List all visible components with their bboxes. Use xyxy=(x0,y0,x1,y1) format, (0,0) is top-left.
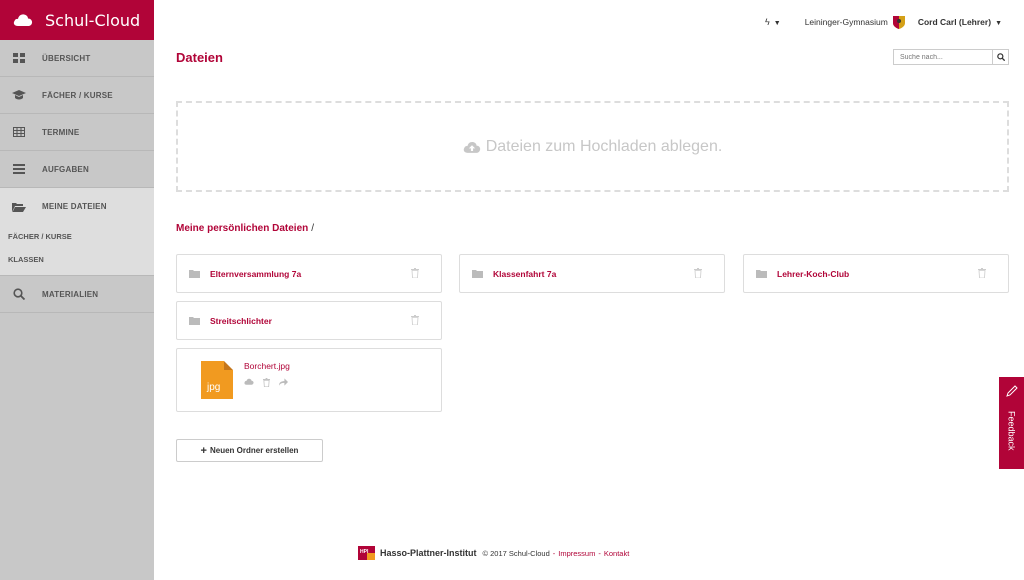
trash-icon[interactable] xyxy=(263,378,270,387)
cloud-download-icon[interactable] xyxy=(244,378,254,385)
folder-card[interactable]: Klassenfahrt 7a xyxy=(459,254,725,293)
hpi-logo-text: HPI xyxy=(360,549,369,555)
lightning-icon: ϟ xyxy=(764,17,770,27)
feedback-tab[interactable]: Feedback xyxy=(999,377,1024,469)
sidebar-item-label: TERMINE xyxy=(42,127,80,137)
dropzone-text: Dateien zum Hochladen ablegen. xyxy=(485,137,723,155)
jpg-file-icon: jpg xyxy=(201,361,233,399)
quick-actions-dropdown[interactable]: ϟ ▼ xyxy=(765,17,781,27)
folder-open-icon xyxy=(12,201,26,213)
sidebar-item-meine-dateien[interactable]: MEINE DATEIEN xyxy=(0,188,154,225)
institute-name: Hasso-Plattner-Institut xyxy=(380,548,477,558)
search-input[interactable] xyxy=(894,50,993,64)
breadcrumb-link[interactable]: Meine persönlichen Dateien xyxy=(176,223,308,234)
sidebar-item-aufgaben[interactable]: AUFGABEN xyxy=(0,151,154,188)
share-icon[interactable] xyxy=(279,378,288,386)
sidebar-item-uebersicht[interactable]: ÜBERSICHT xyxy=(0,40,154,77)
footer-separator: - xyxy=(552,548,556,558)
kontakt-link[interactable]: Kontakt xyxy=(604,549,629,558)
folder-name[interactable]: Elternversammlung 7a xyxy=(210,269,301,279)
pencil-icon xyxy=(1005,385,1018,397)
folder-icon xyxy=(189,316,200,325)
user-menu[interactable]: Cord Carl (Lehrer) ▼ xyxy=(918,17,1002,27)
search-icon xyxy=(996,53,1005,61)
chevron-down-icon: ▼ xyxy=(995,20,1002,27)
folder-icon xyxy=(189,269,200,278)
breadcrumb-separator: / xyxy=(311,223,315,234)
folder-icon xyxy=(756,269,767,278)
folder-name[interactable]: Klassenfahrt 7a xyxy=(493,269,556,279)
trash-icon[interactable] xyxy=(411,315,419,325)
search-button[interactable] xyxy=(992,50,1008,64)
file-actions xyxy=(244,378,290,387)
tasks-icon xyxy=(12,163,26,175)
dashboard-icon xyxy=(12,52,26,64)
breadcrumb: Meine persönlichen Dateien / xyxy=(176,223,314,234)
folder-card[interactable]: Lehrer-Koch-Club xyxy=(743,254,1009,293)
copyright: © 2017 Schul-Cloud xyxy=(482,548,550,558)
cloud-logo-icon xyxy=(13,14,33,26)
sidebar-item-materialien[interactable]: MATERIALIEN xyxy=(0,276,154,313)
search-icon xyxy=(12,288,26,300)
search-box xyxy=(893,49,1009,65)
folder-icon xyxy=(472,269,483,278)
trash-icon[interactable] xyxy=(411,268,419,278)
sidebar-item-label: AUFGABEN xyxy=(42,164,89,174)
footer-separator: - xyxy=(598,548,601,558)
sidebar: Schul-Cloud ÜBERSICHT FÄCHER / KURSE TER… xyxy=(0,0,154,580)
page-title: Dateien xyxy=(176,50,223,65)
cloud-upload-icon xyxy=(463,141,480,153)
file-card[interactable]: jpg Borchert.jpg xyxy=(176,348,442,412)
folder-card[interactable]: Elternversammlung 7a xyxy=(176,254,442,293)
footer: HPI Hasso-Plattner-Institut © 2017 Schul… xyxy=(358,546,629,560)
trash-icon[interactable] xyxy=(694,268,702,278)
top-bar: ϟ ▼ Leininger-Gymnasium Cord Carl (Lehrer… xyxy=(154,0,1024,44)
graduation-cap-icon xyxy=(12,89,26,101)
school-name: Leininger-Gymnasium xyxy=(804,17,888,27)
new-folder-label: Neuen Ordner erstellen xyxy=(209,446,299,455)
sidebar-item-label: MATERIALIEN xyxy=(42,289,99,299)
sidebar-subnav: FÄCHER / KURSE KLASSEN xyxy=(0,225,154,276)
trash-icon[interactable] xyxy=(978,268,986,278)
user-name: Cord Carl (Lehrer) xyxy=(917,17,992,27)
feedback-label: Feedback xyxy=(1006,411,1017,451)
calendar-icon xyxy=(12,126,26,138)
brand[interactable]: Schul-Cloud xyxy=(0,0,154,40)
app-title: Schul-Cloud xyxy=(45,10,141,30)
new-folder-button[interactable]: + Neuen Ordner erstellen xyxy=(176,439,323,462)
folder-card[interactable]: Streitschlichter xyxy=(176,301,442,340)
sidebar-item-label: ÜBERSICHT xyxy=(42,53,91,63)
folder-name[interactable]: Lehrer-Koch-Club xyxy=(777,269,849,279)
sidebar-subitem-faecher-kurse[interactable]: FÄCHER / KURSE xyxy=(0,225,154,248)
school-crest-icon xyxy=(892,16,905,29)
hpi-logo-icon: HPI xyxy=(358,546,375,560)
chevron-down-icon: ▼ xyxy=(773,20,781,27)
file-name[interactable]: Borchert.jpg xyxy=(244,361,290,371)
folder-name[interactable]: Streitschlichter xyxy=(210,316,272,326)
sidebar-item-label: FÄCHER / KURSE xyxy=(42,90,113,100)
file-info: Borchert.jpg xyxy=(244,361,290,387)
sidebar-item-termine[interactable]: TERMINE xyxy=(0,114,154,151)
upload-dropzone[interactable]: Dateien zum Hochladen ablegen. xyxy=(176,101,1009,192)
impressum-link[interactable]: Impressum xyxy=(558,549,595,558)
sidebar-subitem-klassen[interactable]: KLASSEN xyxy=(0,248,154,271)
plus-icon: + xyxy=(200,444,207,457)
sidebar-item-faecher-kurse[interactable]: FÄCHER / KURSE xyxy=(0,77,154,114)
sidebar-item-label: MEINE DATEIEN xyxy=(42,202,107,211)
file-type-label: jpg xyxy=(207,382,221,393)
